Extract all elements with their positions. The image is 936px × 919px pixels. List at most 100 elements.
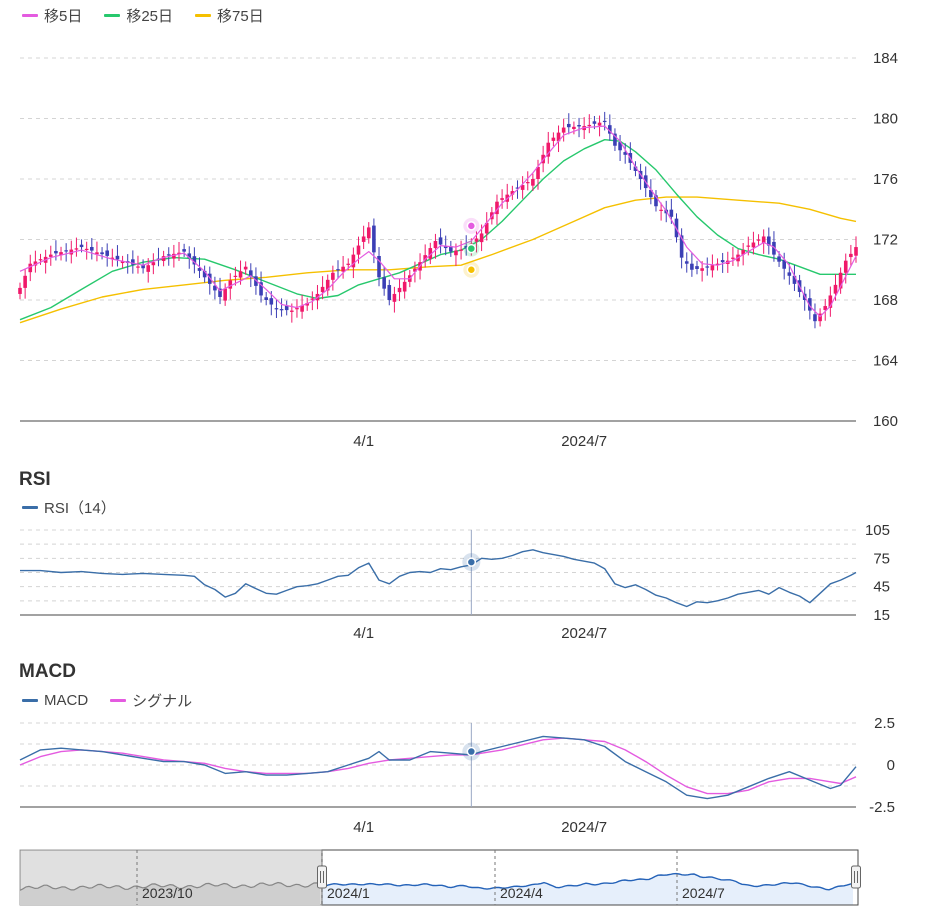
candle-body (115, 255, 120, 260)
candle-body (64, 250, 68, 252)
candle-body (756, 239, 761, 241)
macd-y-ticks: 2.5 0 -2.5 (869, 715, 895, 816)
y-tick-label: 168 (873, 292, 898, 309)
candle-body (731, 257, 735, 259)
candle-body (659, 209, 663, 211)
candle-body (849, 253, 853, 258)
y-tick-label: 15 (873, 607, 890, 624)
navigator-label: 2024/1 (327, 885, 370, 901)
price-hover-markers (463, 217, 480, 278)
candle-body (561, 127, 566, 133)
candle-body (787, 272, 792, 276)
candle-body (320, 286, 325, 293)
candle-body (705, 266, 710, 268)
navigator-label: 2024/4 (500, 885, 543, 901)
y-tick-label: 172 (873, 232, 898, 249)
ma5-marker (466, 221, 477, 231)
candle-body (74, 248, 79, 250)
candle-body (433, 241, 438, 249)
candle-body (279, 309, 284, 311)
navigator-label: 2023/10 (142, 885, 193, 901)
candle-body (274, 308, 279, 310)
y-tick-label: 160 (873, 413, 898, 430)
x-tick-label: 4/1 (353, 819, 374, 836)
candle-body (295, 308, 299, 310)
candle-body (228, 280, 233, 289)
candle-body (361, 236, 366, 242)
x-tick-label: 2024/7 (561, 433, 607, 450)
range-navigator[interactable]: 2023/10 2024/1 2024/4 2024/7 (19, 849, 861, 906)
candle-body (84, 248, 89, 251)
y-tick-label: 180 (873, 111, 898, 128)
candle-body (710, 265, 715, 271)
handle-grip[interactable] (317, 865, 327, 889)
candle-body (372, 225, 376, 253)
candle-body (346, 263, 351, 265)
candle-body (592, 121, 597, 124)
candle-body (310, 298, 315, 300)
candle-body (525, 182, 530, 184)
macd-line (19, 735, 857, 800)
rsi-x-axis: 4/1 2024/7 (353, 625, 607, 642)
candle-body (284, 305, 289, 311)
candle-body (392, 293, 397, 302)
candle-body (38, 259, 43, 261)
candle-body (136, 266, 140, 268)
candle-body (151, 262, 156, 266)
navigator-right-handle[interactable] (851, 865, 861, 889)
ma25-layer (19, 138, 856, 321)
candle-body (290, 310, 294, 312)
candle-body (602, 120, 607, 123)
candle-body (382, 277, 386, 289)
charts-canvas[interactable]: 184180176172168164160 4/1 2024/7 10575451… (0, 0, 936, 919)
candle-body (79, 244, 84, 248)
candle-body (269, 298, 274, 305)
candle-body (587, 124, 592, 127)
candle-body (695, 266, 699, 269)
x-tick-label: 4/1 (353, 433, 374, 450)
handle-grip[interactable] (851, 865, 861, 889)
x-tick-label: 2024/7 (561, 819, 607, 836)
candle-body (479, 233, 484, 243)
stock-chart-widget: 移5日 移25日 移75日 RSI RSI（14） MACD MACD シグナル (0, 0, 936, 919)
ma5-line (19, 125, 857, 318)
candle-body (531, 179, 535, 186)
ma75-line (19, 196, 857, 324)
candle-body (233, 275, 238, 277)
candle-body (474, 238, 479, 242)
candle-body (500, 198, 504, 200)
ma5-layer (19, 125, 857, 318)
x-tick-label: 2024/7 (561, 625, 607, 642)
ma25-line (19, 138, 856, 321)
candle-body (54, 250, 58, 254)
candlestick-series (18, 111, 858, 329)
y-tick-label: 75 (873, 550, 890, 567)
candle-body (438, 237, 443, 245)
candle-body (341, 266, 345, 272)
y-tick-label: -2.5 (869, 799, 895, 816)
rsi-marker (466, 557, 477, 567)
candle-body (459, 249, 463, 251)
y-tick-label: 2.5 (874, 715, 895, 732)
y-tick-label: 0 (887, 757, 895, 774)
navigator-left-handle[interactable] (317, 865, 327, 889)
price-x-axis: 4/1 2024/7 (353, 433, 607, 450)
y-tick-label: 45 (873, 579, 890, 596)
candle-body (105, 250, 109, 256)
candle-body (18, 287, 22, 294)
candle-body (331, 272, 335, 280)
ma75-layer (19, 196, 857, 324)
candle-body (572, 126, 576, 130)
candle-body (48, 254, 53, 257)
candle-body (566, 123, 571, 128)
ma75-marker (466, 265, 477, 275)
candle-body (264, 297, 268, 300)
y-tick-label: 184 (873, 50, 898, 67)
candle-body (833, 284, 838, 294)
x-tick-label: 4/1 (353, 625, 374, 642)
candle-body (700, 268, 704, 271)
candle-body (669, 209, 674, 217)
ma25-marker (466, 243, 477, 254)
candle-body (402, 281, 407, 292)
candle-body (166, 254, 171, 256)
